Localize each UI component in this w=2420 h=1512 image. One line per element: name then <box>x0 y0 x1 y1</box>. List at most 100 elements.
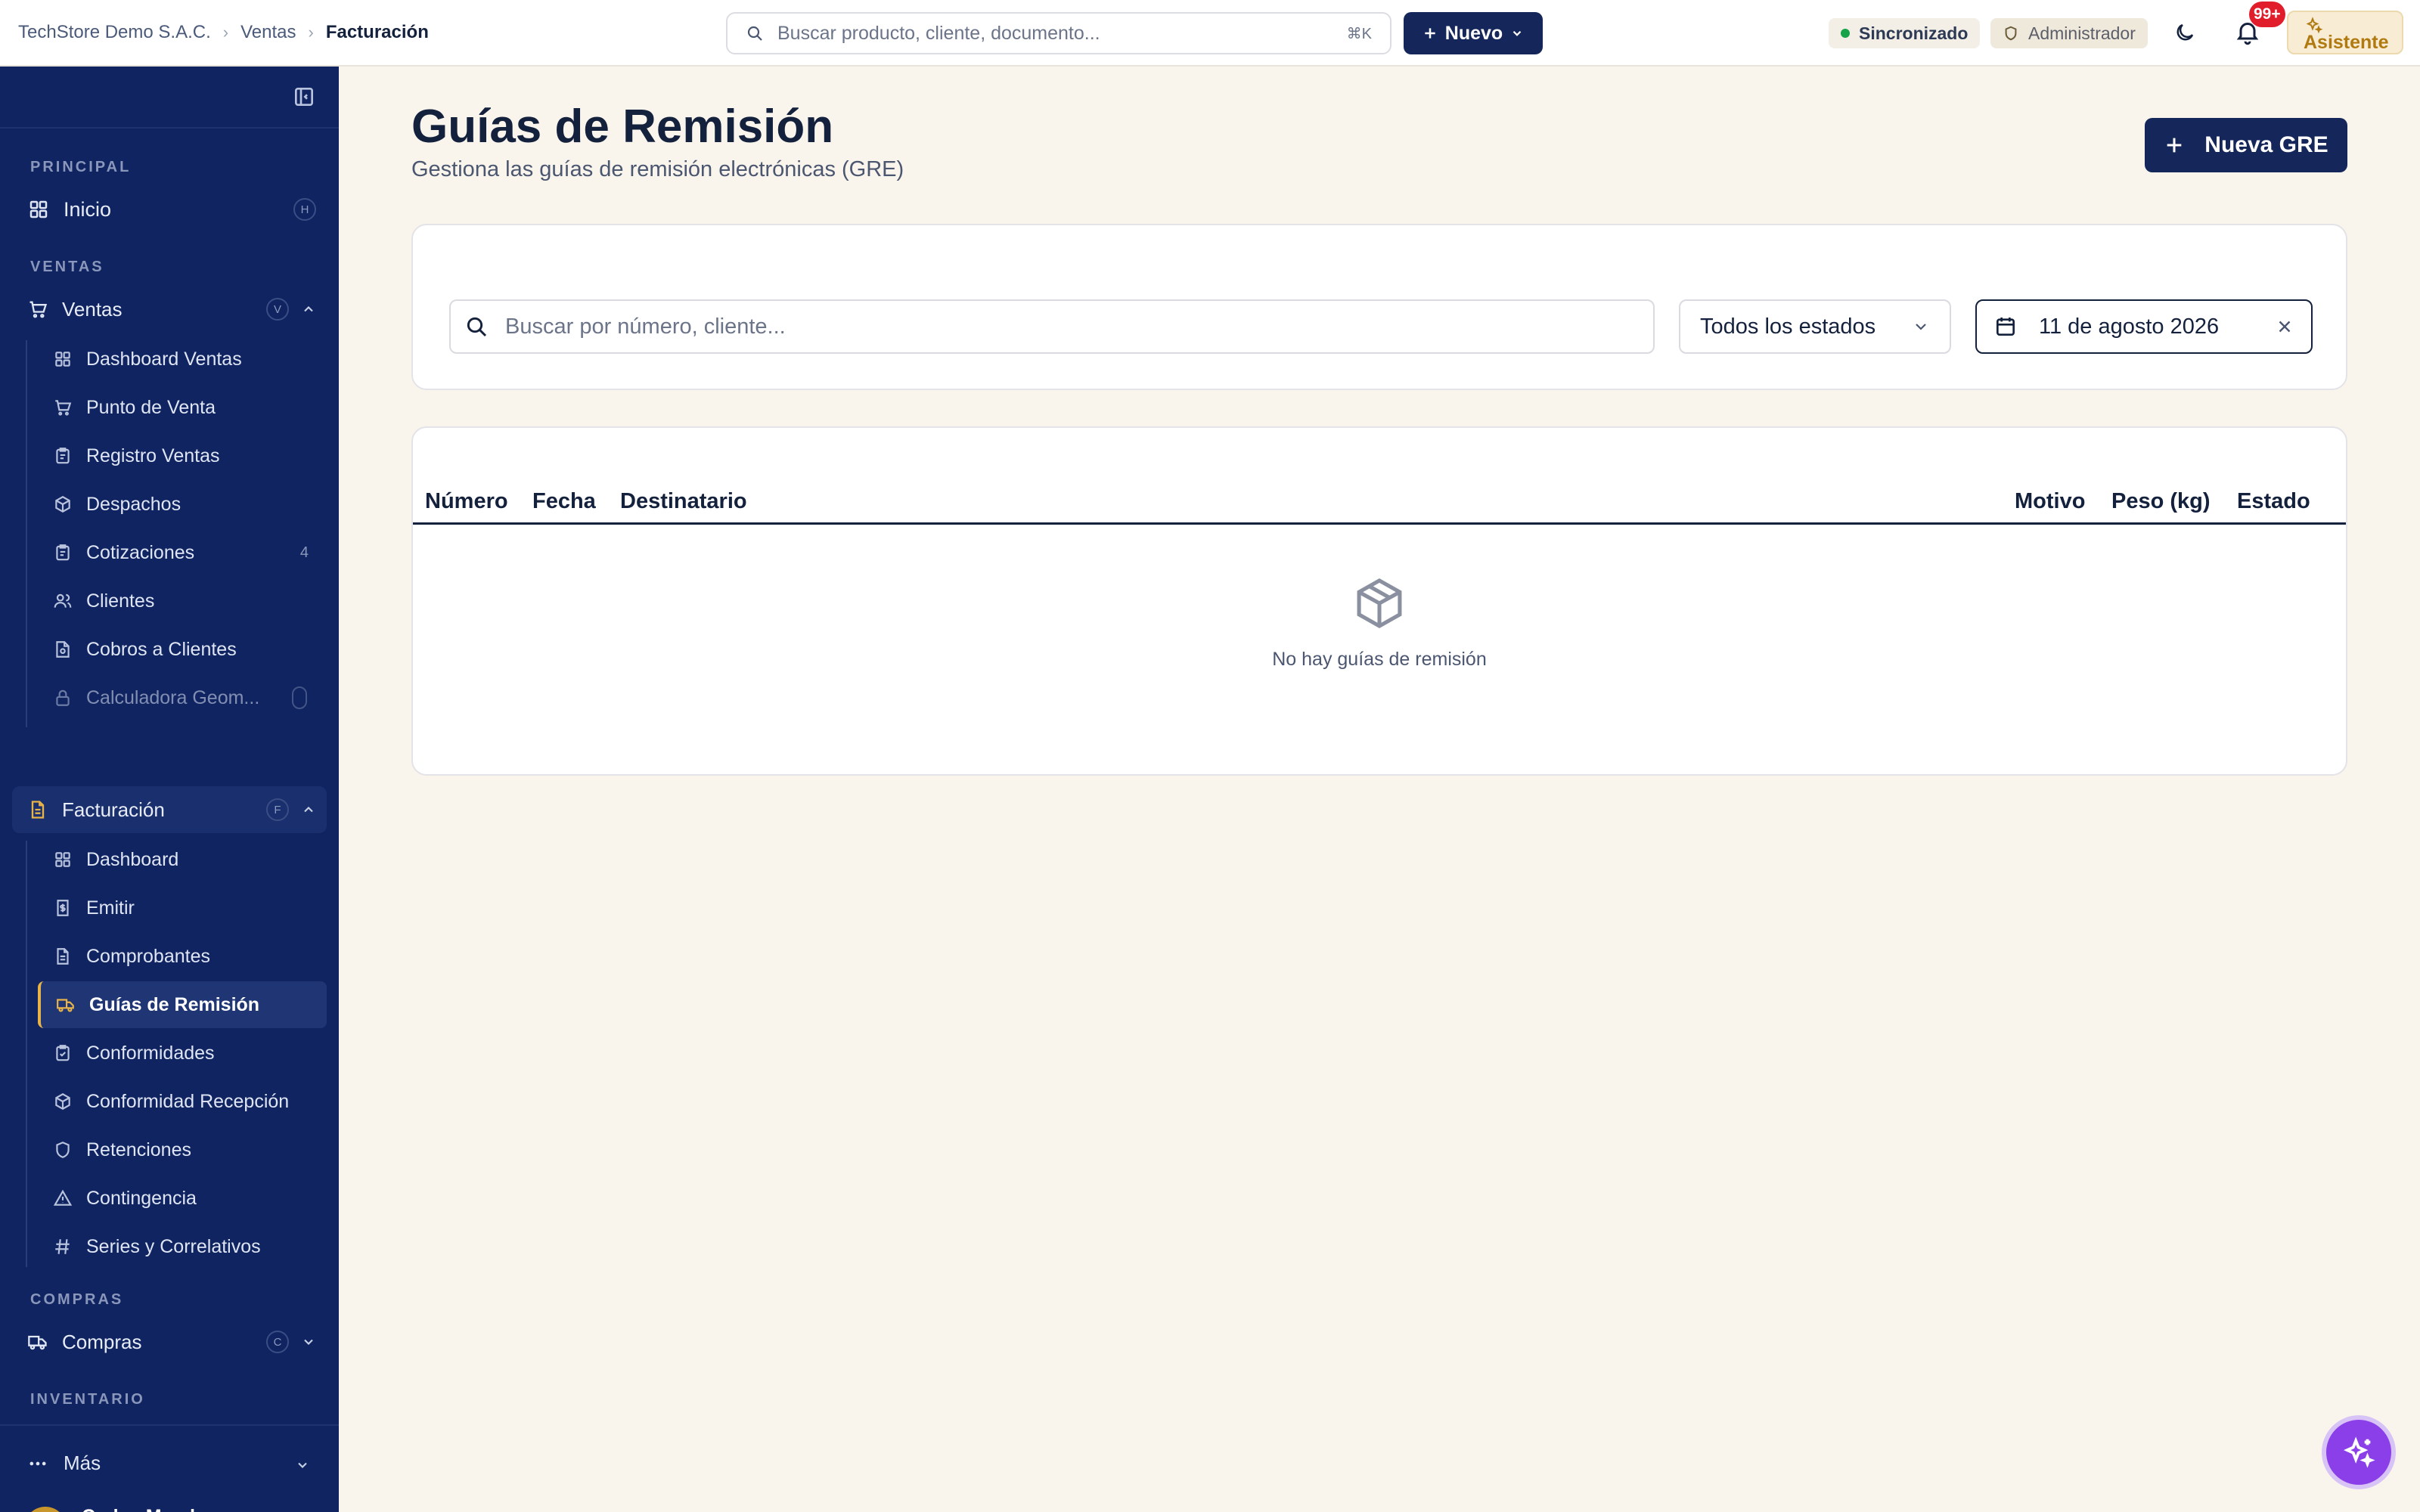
lock-toggle-indicator <box>292 686 307 709</box>
more-label: Más <box>64 1452 101 1474</box>
theme-toggle-moon-icon[interactable] <box>2173 21 2196 44</box>
date-filter-picker[interactable]: 11 de agosto 2026 <box>1975 299 2313 354</box>
sidebar-item-registro-ventas[interactable]: Registro Ventas <box>38 432 327 479</box>
sidebar-item-clientes[interactable]: Clientes <box>38 578 327 624</box>
shortcut-key-badge: H <box>293 198 316 221</box>
status-filter-value: Todos los estados <box>1700 314 1876 339</box>
shortcut-key-badge: F <box>266 798 289 821</box>
truck-icon <box>27 1331 48 1352</box>
user-menu[interactable]: C Carlos Mendoza Administrador <box>24 1506 227 1512</box>
sidebar-item-label: Registro Ventas <box>86 445 220 466</box>
sidebar-item-emitir[interactable]: Emitir <box>38 885 327 931</box>
more-dots-icon <box>27 1453 48 1474</box>
sidebar-item-inicio[interactable]: Inicio H <box>12 186 327 233</box>
sync-status-badge: Sincronizado <box>1829 18 1981 48</box>
sync-status-label: Sincronizado <box>1859 23 1969 43</box>
sidebar-item-label: Inicio <box>64 197 112 221</box>
column-header-peso[interactable]: Peso (kg) <box>2111 478 2211 525</box>
global-search-input[interactable]: Buscar producto, cliente, documento... ⌘… <box>726 12 1392 54</box>
shortcut-key-badge: V <box>266 298 289 321</box>
invoice-icon <box>53 898 73 918</box>
chevron-right-icon: › <box>308 23 314 42</box>
assistant-label: Asistente <box>2304 32 2389 53</box>
sidebar-more-button[interactable]: Más <box>27 1452 101 1475</box>
sidebar-item-label: Despachos <box>86 493 182 515</box>
guides-search-placeholder: Buscar por número, cliente... <box>505 314 786 339</box>
sidebar-item-conformidad-recepcion[interactable]: Conformidad Recepción <box>38 1078 327 1125</box>
clipboard-check-icon <box>53 1043 73 1063</box>
column-header-motivo[interactable]: Motivo <box>2015 478 2085 525</box>
search-icon <box>464 314 489 339</box>
lock-icon <box>53 688 73 708</box>
breadcrumb-ventas[interactable]: Ventas <box>240 22 296 43</box>
column-header-numero[interactable]: Número <box>425 478 508 525</box>
sidebar-item-conformidades[interactable]: Conformidades <box>38 1030 327 1077</box>
sidebar-item-comprobantes[interactable]: Comprobantes <box>38 933 327 980</box>
sidebar-item-dashboard[interactable]: Dashboard <box>38 836 327 883</box>
notifications-count-badge: 99+ <box>2249 2 2285 27</box>
sidebar-item-label: Cotizaciones <box>86 541 195 563</box>
sidebar-item-label: Emitir <box>86 897 135 919</box>
grid-icon <box>53 850 73 869</box>
new-dropdown-button[interactable]: Nuevo <box>1404 12 1543 54</box>
assistant-button[interactable]: Asistente <box>2287 11 2403 54</box>
calendar-icon <box>1993 314 2018 339</box>
user-name: Carlos Mendoza <box>82 1506 227 1512</box>
breadcrumb: TechStore Demo S.A.C. › Ventas › Factura… <box>18 20 429 45</box>
sidebar-item-label: Dashboard Ventas <box>86 348 242 370</box>
status-filter-select[interactable]: Todos los estados <box>1679 299 1951 354</box>
cart-icon <box>27 299 48 320</box>
sidebar-item-label: Retenciones <box>86 1139 191 1160</box>
status-dot-icon <box>1841 29 1850 38</box>
sidebar-item-series-correlativos[interactable]: Series y Correlativos <box>38 1223 327 1270</box>
shield-icon <box>53 1140 73 1160</box>
hash-icon <box>53 1237 73 1256</box>
sidebar-item-despachos[interactable]: Despachos <box>38 481 327 528</box>
date-filter-value: 11 de agosto 2026 <box>2039 314 2220 339</box>
new-gre-button[interactable]: Nueva GRE <box>2145 118 2347 172</box>
sidebar-item-cobros-clientes[interactable]: Cobros a Clientes <box>38 626 327 673</box>
sidebar-item-label: Conformidad Recepción <box>86 1090 290 1112</box>
sidebar-group-label: Ventas <box>62 297 123 321</box>
sidebar-group-label: Compras <box>62 1330 142 1353</box>
empty-state-text: No hay guías de remisión <box>1272 649 1487 670</box>
sidebar-item-retenciones[interactable]: Retenciones <box>38 1126 327 1173</box>
sidebar-item-label: Cobros a Clientes <box>86 638 237 660</box>
sidebar-item-contingencia[interactable]: Contingencia <box>38 1175 327 1222</box>
sidebar-item-punto-de-venta[interactable]: Punto de Venta <box>38 384 327 431</box>
sidebar-group-facturacion[interactable]: Facturación F <box>12 786 327 833</box>
clear-date-close-icon[interactable] <box>2275 317 2294 336</box>
column-header-estado[interactable]: Estado <box>2237 478 2310 525</box>
guides-search-input[interactable]: Buscar por número, cliente... <box>449 299 1655 354</box>
page-title: Guías de Remisión <box>411 101 834 153</box>
ai-assistant-fab[interactable] <box>2322 1415 2396 1489</box>
avatar: C <box>24 1506 67 1512</box>
sidebar-group-ventas[interactable]: Ventas V <box>12 286 327 333</box>
package-icon <box>53 1092 73 1111</box>
chevron-right-icon: › <box>222 23 229 42</box>
column-header-destinatario[interactable]: Destinatario <box>620 478 747 525</box>
chevron-up-icon <box>301 802 316 817</box>
sidebar-item-dashboard-ventas[interactable]: Dashboard Ventas <box>38 336 327 383</box>
sidebar-collapse-icon[interactable] <box>292 85 316 109</box>
chevron-down-icon <box>1912 318 1930 336</box>
top-bar: TechStore Demo S.A.C. › Ventas › Factura… <box>0 0 2420 67</box>
sidebar-group-compras[interactable]: Compras C <box>12 1318 327 1365</box>
document-icon <box>53 947 73 966</box>
sidebar-item-calculadora[interactable]: Calculadora Geom... <box>38 674 327 721</box>
sidebar-item-guias-remision[interactable]: Guías de Remisión <box>38 981 327 1028</box>
chevron-down-icon <box>301 1334 316 1349</box>
shortcut-key-badge: C <box>266 1331 289 1353</box>
column-header-fecha[interactable]: Fecha <box>532 478 596 525</box>
breadcrumb-company[interactable]: TechStore Demo S.A.C. <box>18 22 211 43</box>
search-shortcut: ⌘K <box>1346 25 1372 42</box>
package-icon <box>53 494 73 514</box>
sidebar-item-label: Guías de Remisión <box>89 993 260 1015</box>
package-icon <box>1351 575 1408 632</box>
count-badge: 4 <box>299 544 309 561</box>
sidebar-item-label: Punto de Venta <box>86 396 216 418</box>
sparkles-icon <box>2341 1435 2376 1470</box>
truck-icon <box>56 995 76 1015</box>
role-badge: Administrador <box>1990 18 2148 48</box>
sidebar-item-cotizaciones[interactable]: Cotizaciones 4 <box>38 529 327 576</box>
